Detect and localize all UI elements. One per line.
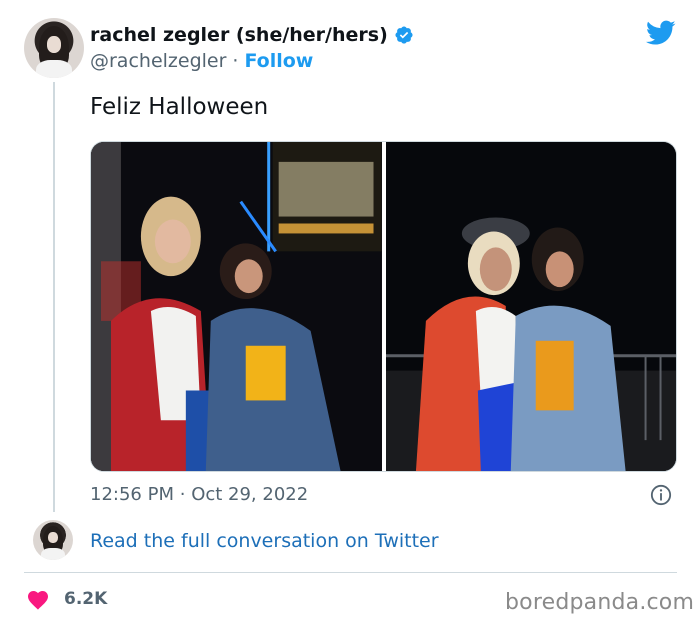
tweet-photo-2[interactable]	[385, 142, 676, 471]
tweet-photo-1[interactable]	[91, 142, 382, 471]
author-name-row[interactable]: rachel zegler (she/her/hers)	[90, 24, 414, 46]
like-count: 6.2K	[64, 589, 108, 609]
boredpanda-watermark: boredpanda.com	[505, 590, 695, 615]
verified-badge-icon	[395, 26, 413, 44]
follow-button[interactable]: Follow	[244, 50, 313, 72]
author-avatar[interactable]	[24, 18, 84, 78]
tweet-time[interactable]: 12:56 PM	[90, 484, 174, 505]
footer-divider	[24, 572, 677, 573]
heart-icon[interactable]	[26, 588, 50, 610]
thread-line	[53, 82, 55, 512]
info-icon[interactable]	[650, 484, 672, 506]
timestamp-separator: ·	[179, 484, 186, 505]
reply-avatar[interactable]	[33, 520, 73, 560]
author-handle-row: @rachelzegler · Follow	[90, 50, 313, 72]
tweet-date[interactable]: Oct 29, 2022	[191, 484, 308, 505]
tweet-media[interactable]	[90, 141, 677, 472]
twitter-bird-icon[interactable]	[646, 20, 676, 46]
like-button[interactable]: 6.2K	[26, 588, 107, 610]
read-conversation-link[interactable]: Read the full conversation on Twitter	[90, 530, 439, 552]
author-display-name[interactable]: rachel zegler (she/her/hers)	[90, 24, 388, 46]
tweet-timestamp[interactable]: 12:56 PM · Oct 29, 2022	[90, 484, 308, 505]
author-handle[interactable]: @rachelzegler	[90, 50, 226, 72]
tweet-text: Feliz Halloween	[90, 94, 269, 120]
handle-separator: ·	[232, 50, 239, 72]
